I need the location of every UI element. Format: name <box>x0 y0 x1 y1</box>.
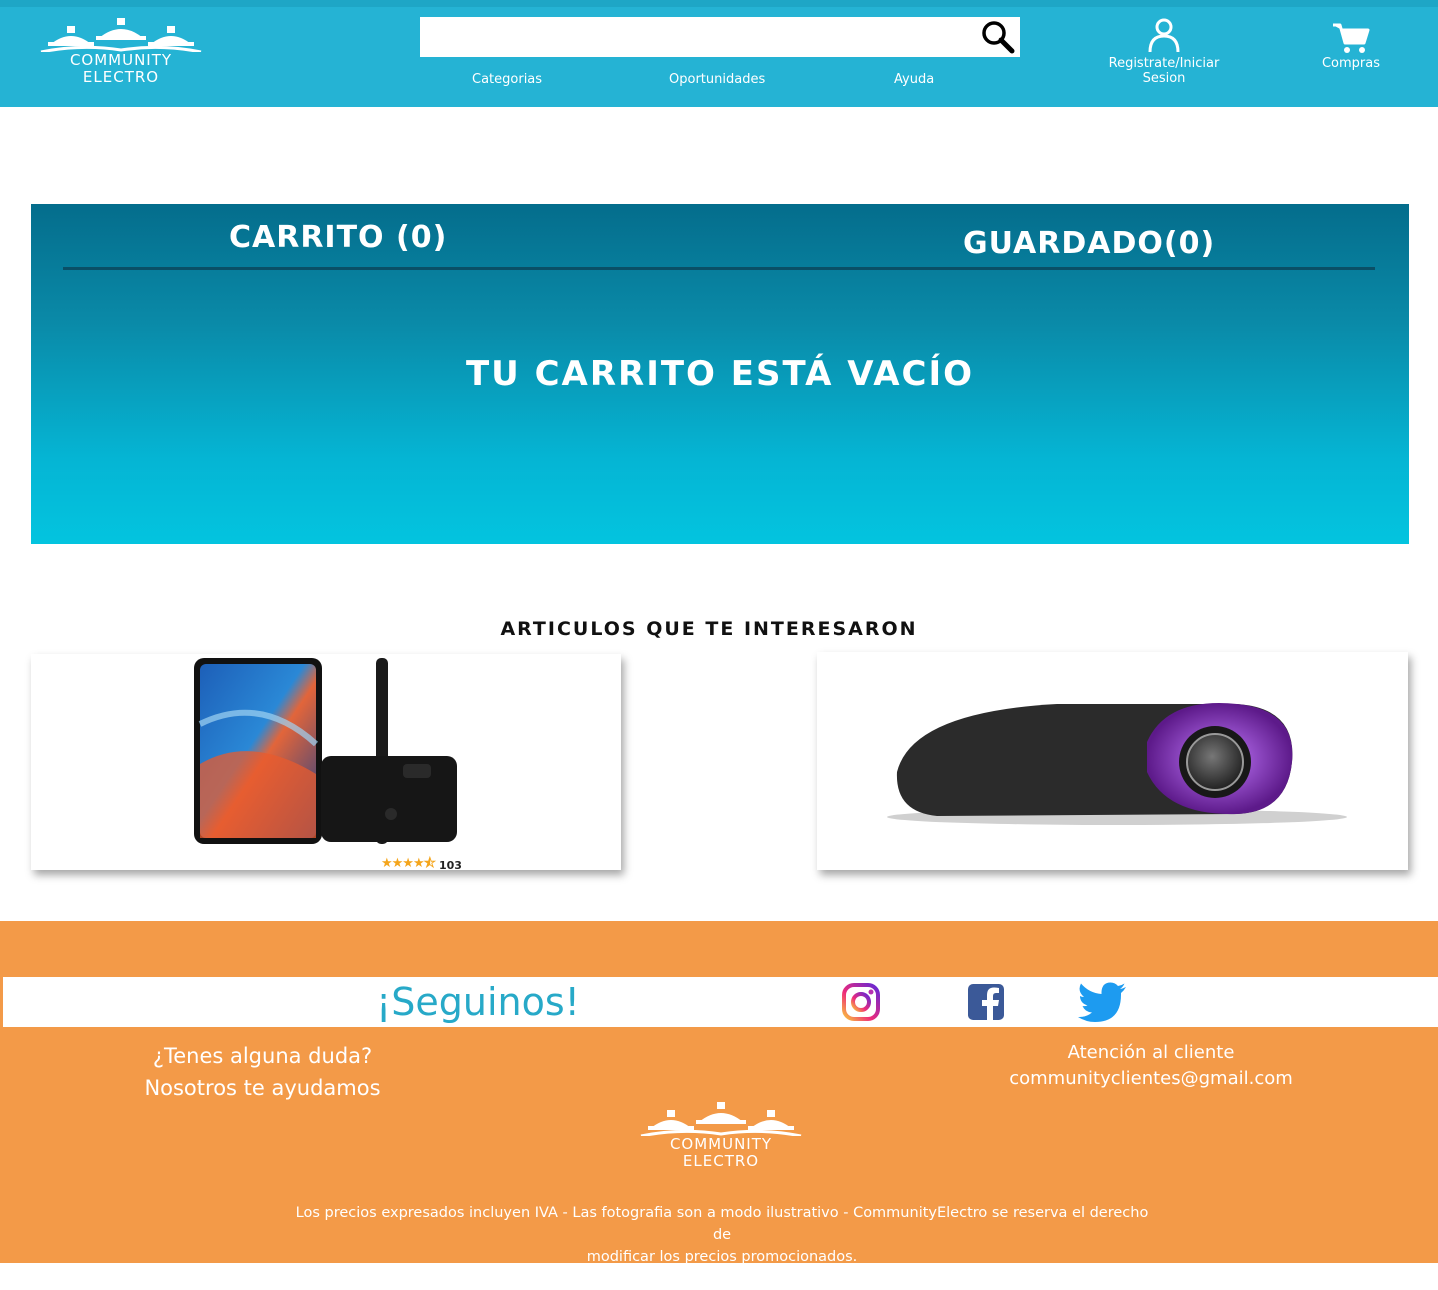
nav-categorias[interactable]: Categorias <box>472 72 542 87</box>
instagram-link[interactable] <box>839 981 883 1023</box>
footer-logo-text-line2: ELECTRO <box>682 1152 760 1170</box>
site-logo[interactable]: COMMUNITY ELECTRO <box>32 14 210 94</box>
cart-empty-message: TU CARRITO ESTÁ VACÍO <box>465 354 975 394</box>
phone-product-image <box>194 658 457 844</box>
site-header: COMMUNITY ELECTRO Categorias Oportunidad… <box>0 0 1438 107</box>
follow-bar: ¡Seguinos! <box>3 977 1438 1027</box>
contact-block: Atención al cliente communityclientes@gm… <box>1000 1040 1302 1092</box>
contact-email[interactable]: communityclientes@gmail.com <box>1000 1066 1302 1092</box>
search-icon <box>982 21 1015 54</box>
logo-lamps-graphic <box>640 1102 802 1136</box>
search-input[interactable] <box>420 17 975 57</box>
legal-line1: Los precios expresados incluyen IVA - La… <box>295 1205 1149 1243</box>
speaker-product-image <box>887 703 1347 825</box>
phone-rating-count: 103 <box>438 858 462 872</box>
logo-text-line1: COMMUNITY <box>69 51 173 69</box>
legal-notice: Los precios expresados incluyen IVA - La… <box>290 1202 1154 1290</box>
legal-line3: @ COMMUNITY ELECTRO 2021. Todos los dere… <box>493 1271 951 1287</box>
site-footer: ¡Seguinos! ¿Tenes alguna duda? Nosotros … <box>0 921 1438 1287</box>
cart-button[interactable]: Compras <box>1312 16 1390 71</box>
cart-label: Compras <box>1321 56 1381 71</box>
logo-lamps-graphic <box>40 18 202 52</box>
product-card-phone[interactable]: ★★★★⯪ 103 <box>31 654 621 872</box>
facebook-icon <box>968 984 1004 1020</box>
help-line1: ¿Tenes alguna duda? <box>152 1044 373 1068</box>
tab-cart[interactable]: CARRITO (0) <box>229 220 447 255</box>
facebook-link[interactable] <box>964 981 1008 1023</box>
search-bar <box>420 17 1020 57</box>
cart-panel: CARRITO (0) GUARDADO(0) TU CARRITO ESTÁ … <box>31 204 1409 544</box>
nav-oportunidades[interactable]: Oportunidades <box>669 72 765 87</box>
follow-title: ¡Seguinos! <box>376 980 580 1024</box>
nav-ayuda[interactable]: Ayuda <box>894 72 934 87</box>
instagram-icon <box>842 983 880 1021</box>
logo-text-line2: ELECTRO <box>82 68 160 86</box>
user-icon <box>1148 18 1180 53</box>
phone-rating: ★★★★⯪ 103 <box>381 854 462 876</box>
star-rating-icon: ★★★★⯪ <box>381 856 436 871</box>
account-button[interactable]: Registrate/Iniciar Sesion <box>1088 16 1240 86</box>
contact-title: Atención al cliente <box>1067 1042 1235 1063</box>
tab-saved[interactable]: GUARDADO(0) <box>963 226 1215 261</box>
cart-tabs-divider <box>63 267 1375 270</box>
help-block: ¿Tenes alguna duda? Nosotros te ayudamos <box>120 1040 405 1104</box>
product-card-speaker[interactable] <box>817 652 1408 870</box>
help-line2: Nosotros te ayudamos <box>144 1076 381 1100</box>
twitter-icon <box>1078 982 1126 1022</box>
twitter-link[interactable] <box>1077 981 1129 1023</box>
account-label: Registrate/Iniciar Sesion <box>1108 56 1220 86</box>
recommended-title: ARTICULOS QUE TE INTERESARON <box>500 618 918 640</box>
legal-line2: modificar los precios promocionados. <box>586 1249 858 1265</box>
footer-logo-text-line1: COMMUNITY <box>669 1135 773 1153</box>
header-top-line <box>0 0 1438 7</box>
shopping-cart-icon <box>1333 23 1370 53</box>
search-button[interactable] <box>976 17 1020 57</box>
footer-logo[interactable]: COMMUNITY ELECTRO <box>632 1098 810 1178</box>
